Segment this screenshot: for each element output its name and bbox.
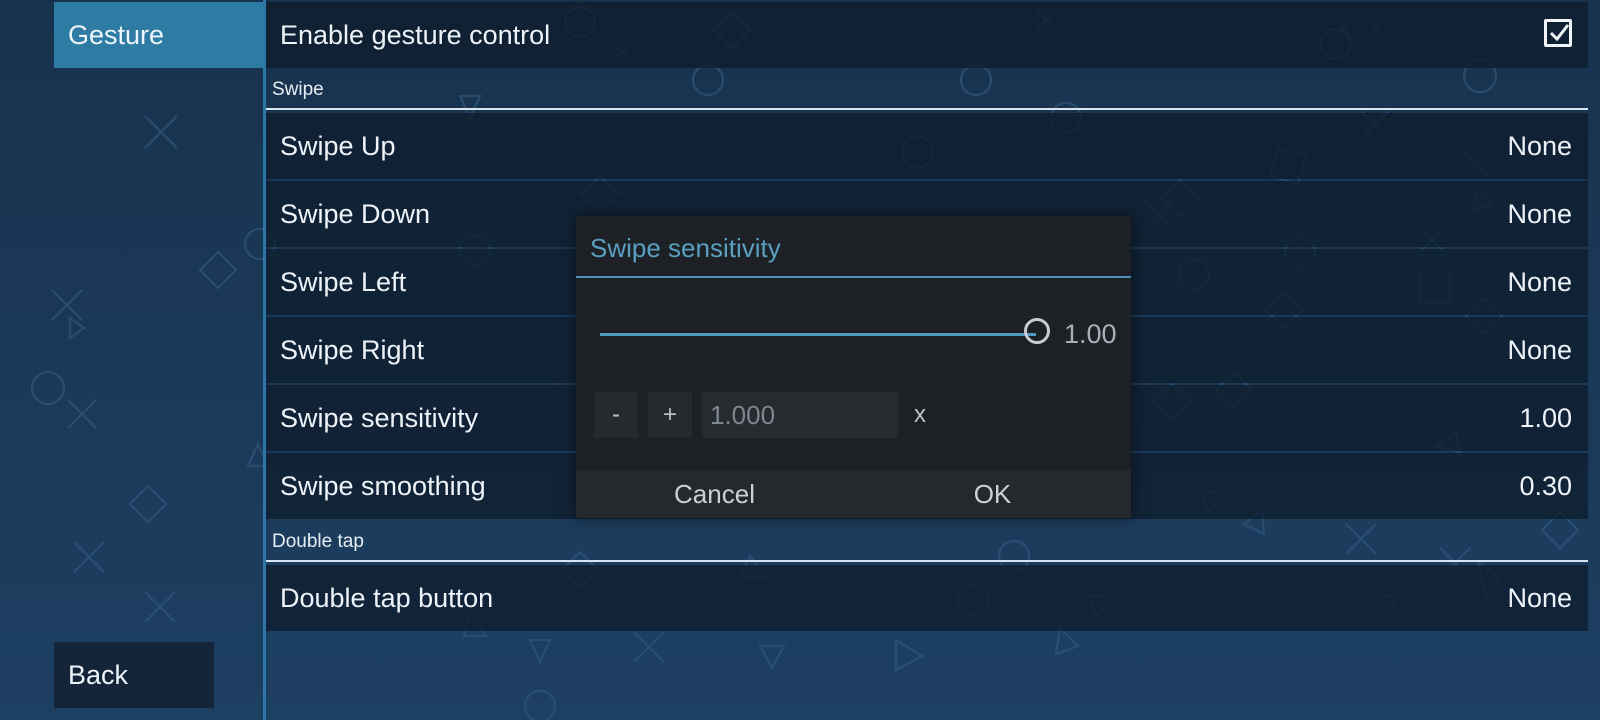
setting-label: Swipe sensitivity [280, 403, 479, 433]
setting-row-double-tap-button[interactable]: Double tap button None [266, 565, 1588, 631]
slider-value: 1.00 [1064, 319, 1117, 349]
back-button[interactable]: Back [54, 642, 214, 708]
setting-label: Swipe Down [280, 199, 431, 229]
dialog-title-divider [576, 276, 1131, 278]
setting-value: None [1507, 199, 1572, 229]
increment-button[interactable]: + [648, 392, 692, 438]
sensitivity-slider-thumb[interactable] [1024, 318, 1050, 344]
tab-gesture[interactable]: Gesture [54, 2, 264, 68]
section-header-double-tap: Double tap [266, 522, 1588, 562]
setting-value: None [1507, 583, 1572, 613]
enable-gesture-checkbox[interactable] [1544, 19, 1572, 47]
checkmark-icon [1549, 24, 1570, 42]
decrement-button[interactable]: - [594, 392, 638, 438]
sensitivity-input[interactable] [702, 392, 898, 438]
setting-label: Swipe Right [280, 335, 425, 365]
setting-value: None [1507, 335, 1572, 365]
sensitivity-slider-track[interactable] [600, 333, 1036, 336]
setting-label: Swipe Left [280, 267, 407, 297]
setting-row-enable-gesture[interactable]: Enable gesture control [266, 2, 1588, 68]
dialog-button-bar: Cancel OK [576, 470, 1131, 518]
cancel-button[interactable]: Cancel [576, 470, 853, 518]
setting-row-swipe-up[interactable]: Swipe Up None [266, 113, 1588, 179]
section-header-swipe: Swipe [266, 70, 1588, 110]
ok-button[interactable]: OK [854, 470, 1131, 518]
setting-label: Double tap button [280, 583, 494, 613]
setting-value: None [1507, 131, 1572, 161]
setting-value: None [1507, 267, 1572, 297]
setting-value: 1.00 [1519, 403, 1572, 433]
dialog-title: Swipe sensitivity [590, 233, 781, 263]
setting-label: Swipe Up [280, 131, 396, 161]
unit-label: x [914, 401, 926, 428]
setting-value: 0.30 [1519, 471, 1572, 501]
swipe-sensitivity-dialog: Swipe sensitivity 1.00 - + x Cancel OK [576, 216, 1131, 518]
setting-label: Swipe smoothing [280, 471, 486, 501]
setting-label: Enable gesture control [280, 20, 551, 50]
